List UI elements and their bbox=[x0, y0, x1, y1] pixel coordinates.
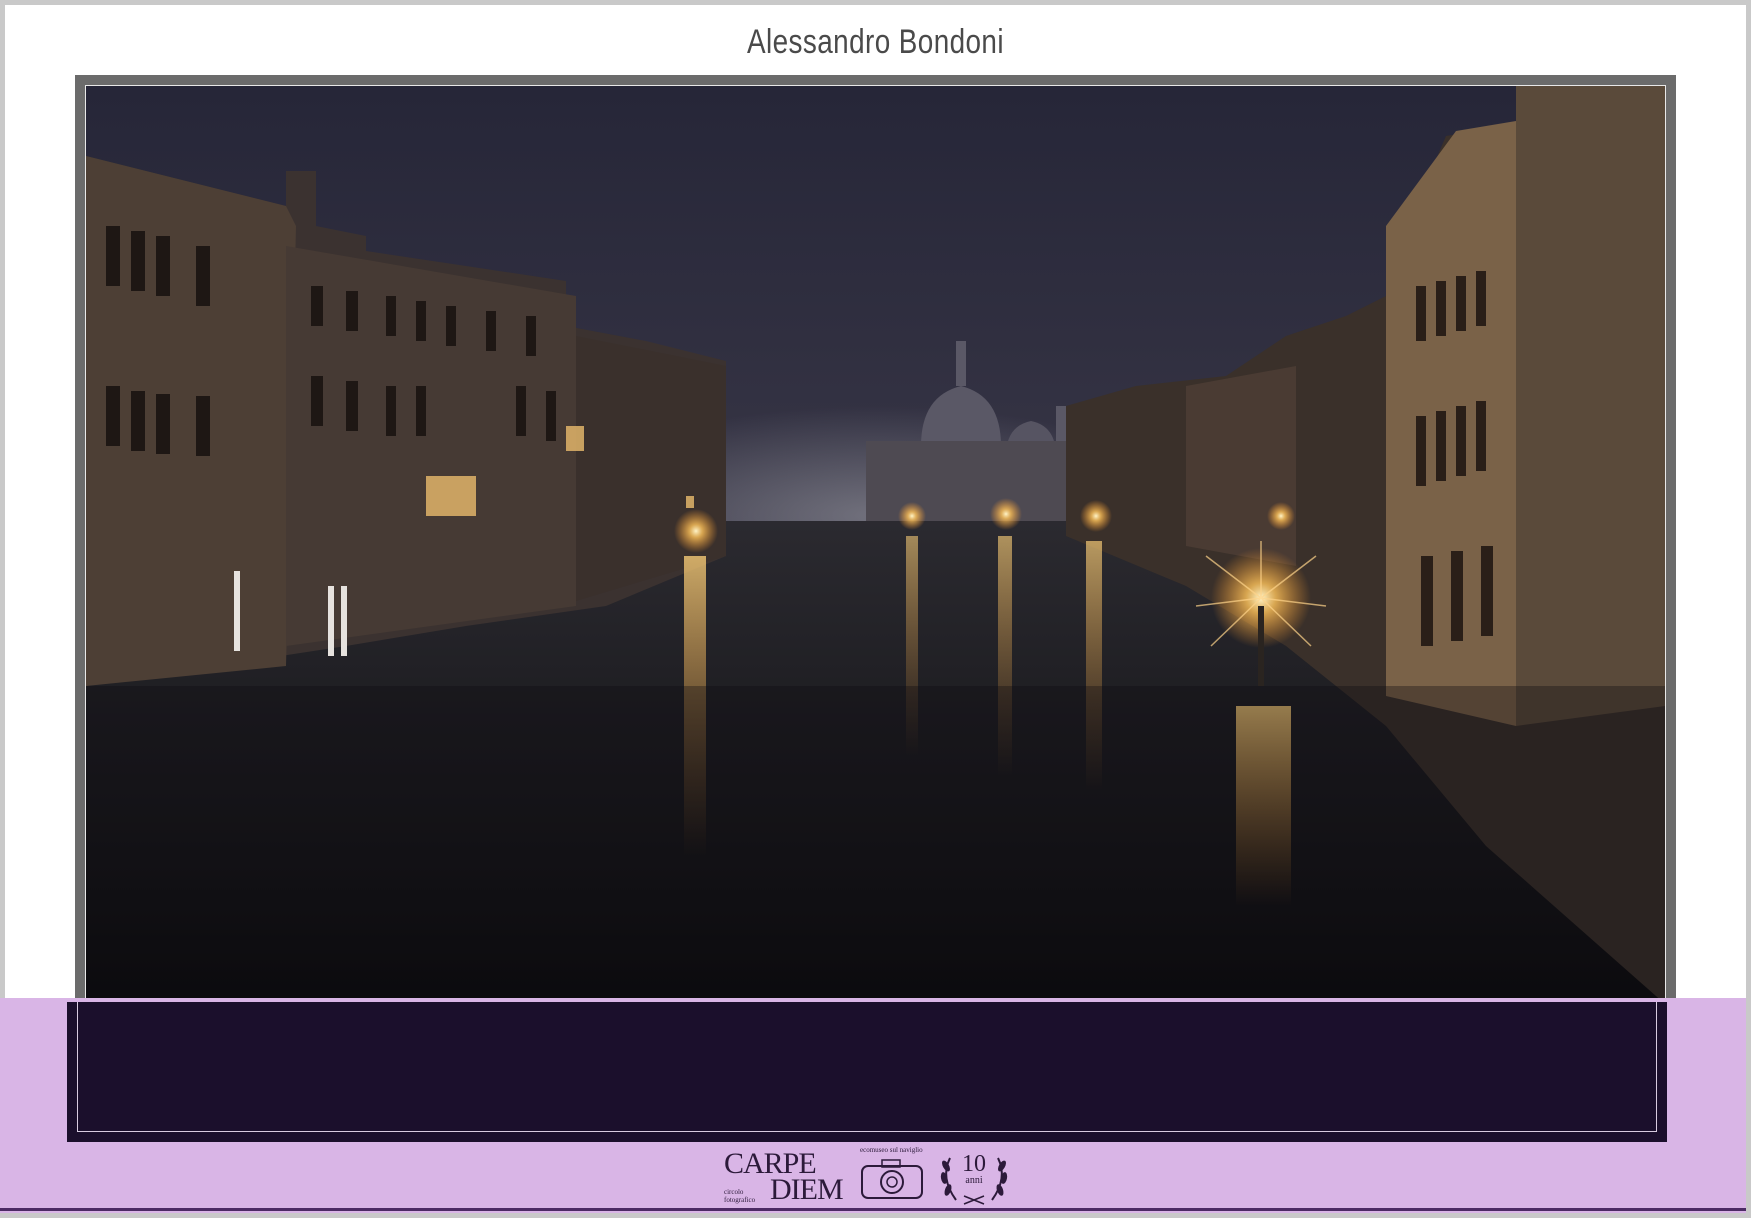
carpe-diem-logo: ecomuseo sul naviglio CARPE DIEM circolo… bbox=[720, 1146, 1020, 1208]
bottom-edge-line bbox=[0, 1208, 1746, 1211]
logo-tagline: ecomuseo sul naviglio bbox=[860, 1146, 923, 1154]
anniversary-number: 10 bbox=[962, 1151, 986, 1177]
author-name: Alessandro Bondoni bbox=[747, 23, 1004, 61]
logo-club: circolo fotografico bbox=[724, 1188, 756, 1204]
night-canal-photo bbox=[86, 86, 1665, 1004]
anniversary-word: anni bbox=[965, 1175, 983, 1186]
camera-icon bbox=[861, 1159, 923, 1199]
bottom-dark-outline bbox=[77, 1002, 1657, 1132]
logo-diem: DIEM bbox=[770, 1173, 844, 1206]
